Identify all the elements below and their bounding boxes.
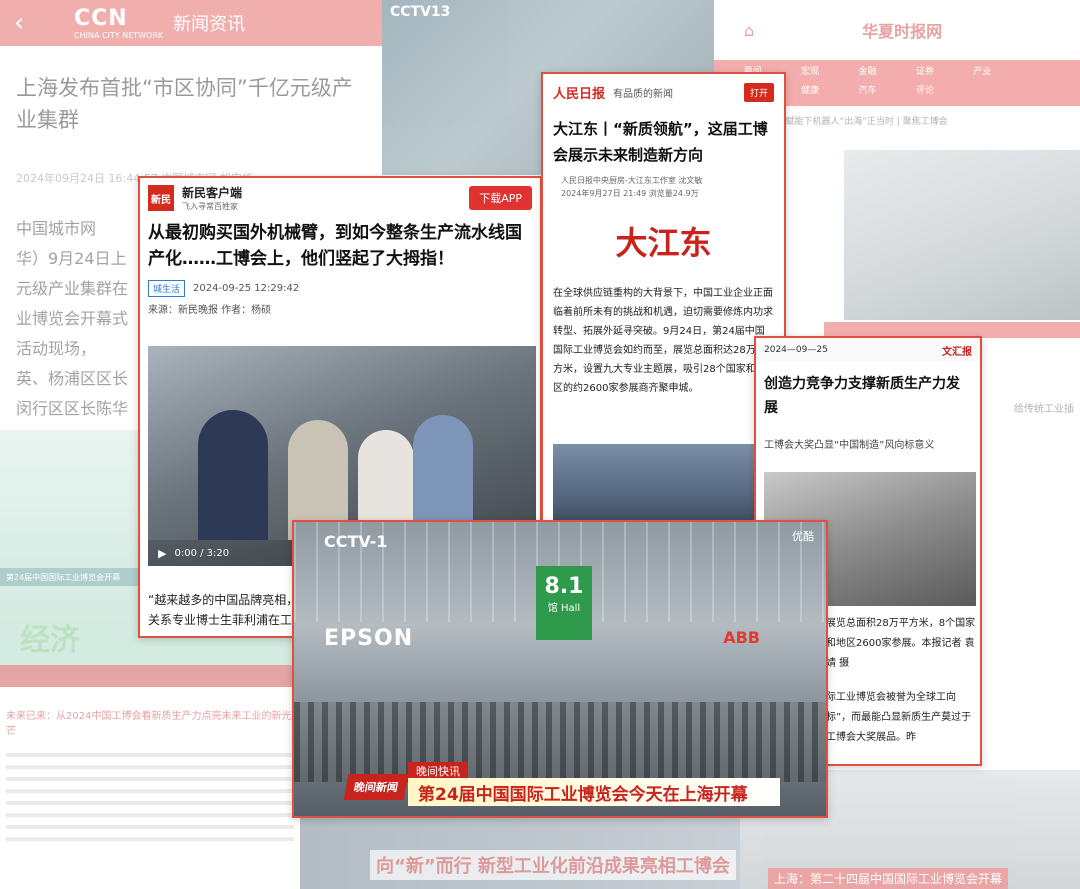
download-app-button[interactable]: 下载APP [469,186,532,210]
xinmin-brand: 新民客户端 飞入寻常百姓家 [182,186,243,211]
epson-sign: EPSON [324,626,414,651]
play-icon[interactable]: ▶ [158,547,166,560]
newspaper-nav [0,665,300,687]
dongfang-caption: 向“新”而行 新型工业化前沿成果亮相工博会 [370,850,736,880]
ccn-logo: CCN CHINA CITY NETWORK [74,6,164,40]
renmin-article-meta: 人民日报中央厨房-大江东工作室 沈文敏 2024年9月27日 21:49 浏览量… [561,176,703,198]
renmin-slogan: 有品质的新闻 [613,88,674,100]
nav-item[interactable]: 金融 [839,64,896,83]
ccn-section-title: 新闻资讯 [173,14,246,35]
expo-crowd [294,702,826,782]
shanghai-caption: 上海：第二十四届中国国际工业博览会开幕 [768,868,1009,889]
renmin-header: 人民日报 有品质的新闻 打开 [543,74,784,110]
renmin-article-card[interactable]: 人民日报 有品质的新闻 打开 大江东丨“新质领航”，这届工博会展示未来制造新方向… [541,72,786,542]
nav-item[interactable] [1011,64,1068,83]
evening-news-video[interactable]: CCTV-1 优酷 8.1 馆 Hall EPSON ABB 晚间快讯 晚间新闻… [292,520,828,818]
hall-sign: 8.1 馆 Hall [536,566,592,640]
wenhui-date: 2024—09—25 [764,345,828,355]
xinmin-article-title: 从最初购买国外机械臂，到如今整条生产流水线国产化……工博会上，他们竖起了大拇指！ [148,223,522,269]
xinmin-logo: 新民 [148,185,174,211]
ccn-article-title: 上海发布首批“市区协同”千亿元级产业集群 [16,76,353,132]
home-icon[interactable]: ⌂ [744,21,754,40]
article-datetime: 2024-09-25 12:29:42 [193,283,300,294]
dongfang-tv-strip: 向“新”而行 新型工业化前沿成果亮相工博会 [300,818,740,889]
evening-news-logo: 晚间新闻 [343,774,409,800]
nav-item[interactable]: 评论 [896,83,953,102]
ccn-header: ‹ CCN CHINA CITY NETWORK 新闻资讯 [0,0,382,46]
article-source: 来源：新民晚报 作者：杨硕 [148,305,272,316]
abb-sign: ABB [723,628,760,647]
newspaper-title: 未来已来：从2024中国工博会看新质生产力点亮未来工业的新光芒 [6,711,292,737]
dajiangdong-logo: 大江东 [615,224,712,262]
nav-item[interactable]: 证券 [896,64,953,83]
xinmin-header: 新民 新民客户端 飞入寻常百姓家 下载APP [140,178,540,218]
newspaper-page: 未来已来：从2024中国工博会看新质生产力点亮未来工业的新光芒 [0,665,300,889]
nav-item[interactable]: 产业 [954,64,1011,83]
huaxia-logo: 华夏时报网 [862,22,943,41]
cctv1-logo: CCTV-1 [324,532,388,551]
robot-photo [844,150,1080,320]
renmin-article-title: 大江东丨“新质领航”，这届工博会展示未来制造新方向 [553,120,768,164]
nav-item[interactable]: 宏观 [781,64,838,83]
wenhui-article-subtitle: 工博会大奖凸显“中国制造”风向标意义 [764,440,935,451]
nav-item[interactable]: 汽车 [839,83,896,102]
cctv13-logo: CCTV13 [390,4,451,20]
economy-logo: 经济 [20,623,80,658]
youku-watermark: 优酷 [792,530,814,543]
renmin-logo: 人民日报 [553,86,606,102]
video-time: 0:00 / 3:20 [174,547,230,559]
wenhui-article-body: 展览总面积28万平方米，8个国家和地区2600家参展。本报记者 袁婧 摄 际工业… [826,618,976,743]
back-arrow-icon[interactable]: ‹ [14,8,74,38]
open-app-button[interactable]: 打开 [743,82,774,102]
huaxia-sidetext: 给传统工业插 [1014,404,1074,415]
wenhui-header: 2024—09—25 文汇报 [756,338,980,362]
category-tag[interactable]: 城生活 [148,280,186,297]
wenhui-logo: 文汇报 [942,346,972,358]
renmin-article-body: 在全球供应链重构的大背景下，中国工业企业正面临着前所未有的挑战和机遇，迫切需要修… [553,288,773,394]
huaxia-header: ⌂ 华夏时报网 [714,0,1080,60]
news-caption: 第24届中国国际工业博览会今天在上海开幕 [408,778,780,806]
newspaper-body [0,737,300,857]
nav-item[interactable]: 健康 [781,83,838,102]
wenhui-article-title: 创造力竞争力支撑新质生产力发展 [764,376,960,416]
xinmin-article-meta: 城生活 2024-09-25 12:29:42 [140,274,540,297]
